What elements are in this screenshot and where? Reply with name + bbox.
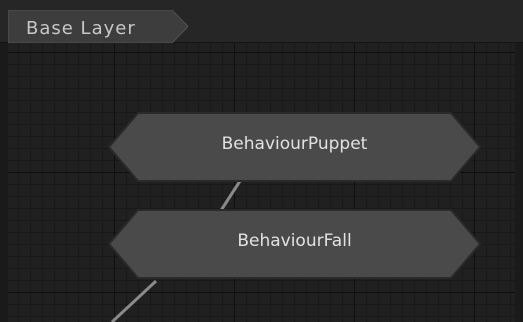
transition-line-puppet-to-fall[interactable] bbox=[218, 180, 242, 213]
state-node-behaviour-fall[interactable]: BehaviourFall bbox=[108, 209, 481, 279]
state-node-label: BehaviourPuppet bbox=[221, 134, 368, 154]
layer-breadcrumb-bar: Base Layer bbox=[0, 0, 523, 43]
state-node-behaviour-puppet[interactable]: BehaviourPuppet bbox=[108, 112, 481, 182]
breadcrumb-label: Base Layer bbox=[26, 18, 136, 39]
state-node-label: BehaviourFall bbox=[237, 231, 352, 251]
animator-graph-canvas[interactable] bbox=[8, 43, 515, 322]
transition-lines bbox=[110, 180, 242, 322]
transition-line-fall-out[interactable] bbox=[110, 279, 158, 322]
breadcrumb-tab-base-layer[interactable]: Base Layer bbox=[8, 10, 188, 43]
